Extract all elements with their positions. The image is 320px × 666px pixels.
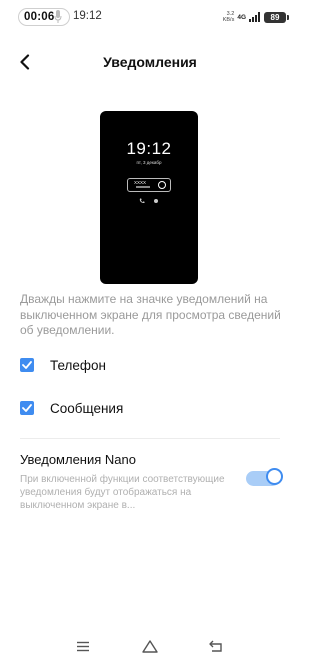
screen-preview: 19:12 пт, 3 декабр XXXX [100, 111, 198, 284]
call-timer-pill[interactable]: 00:06 [18, 8, 70, 26]
speed-unit: KB/s [222, 17, 235, 23]
preview-notification: XXXX [127, 178, 171, 192]
preview-phone-icon [139, 198, 145, 204]
preview-notification-line [136, 186, 150, 188]
nano-toggle[interactable] [246, 468, 283, 486]
page-title: Уведомления [103, 54, 197, 70]
nano-title: Уведомления Nano [20, 452, 136, 467]
home-icon [142, 639, 158, 653]
phone-label: Телефон [50, 357, 107, 373]
return-button[interactable] [204, 634, 228, 658]
preview-message-icon [154, 199, 158, 203]
preview-time: 19:12 [126, 139, 172, 158]
option-phone[interactable]: Телефон [20, 354, 280, 376]
checkmark-icon [22, 361, 32, 369]
status-bar: 00:06 19:12 3.2 KB/s 4G 89 [0, 0, 300, 34]
preview-notification-text: XXXX [134, 180, 147, 185]
preview-ring-icon [158, 181, 166, 189]
home-button[interactable] [138, 634, 162, 658]
signal-icon [249, 12, 260, 22]
feature-description: Дважды нажмите на значке уведомлений на … [20, 292, 281, 337]
status-indicators: 3.2 KB/s 4G 89 [223, 8, 289, 26]
network-type: 4G [237, 13, 246, 21]
menu-icon [77, 641, 89, 651]
nano-description: При включенной функции соответствующие у… [20, 474, 225, 511]
messages-label: Сообщения [50, 400, 124, 416]
network-speed: 3.2 KB/s [223, 11, 235, 23]
navigation-bar [0, 630, 300, 666]
battery-indicator: 89 [264, 11, 289, 23]
microphone-icon [54, 10, 62, 23]
status-clock: 19:12 [73, 10, 102, 22]
phone-checkbox[interactable] [20, 358, 34, 372]
messages-checkbox[interactable] [20, 401, 34, 415]
call-timer: 00:06 [24, 11, 55, 23]
divider [20, 438, 280, 439]
checkmark-icon [22, 404, 32, 412]
toggle-knob [266, 468, 283, 485]
preview-date: пт, 3 декабр [136, 160, 162, 165]
return-icon [208, 640, 222, 652]
option-messages[interactable]: Сообщения [20, 397, 280, 419]
menu-button[interactable] [71, 634, 95, 658]
